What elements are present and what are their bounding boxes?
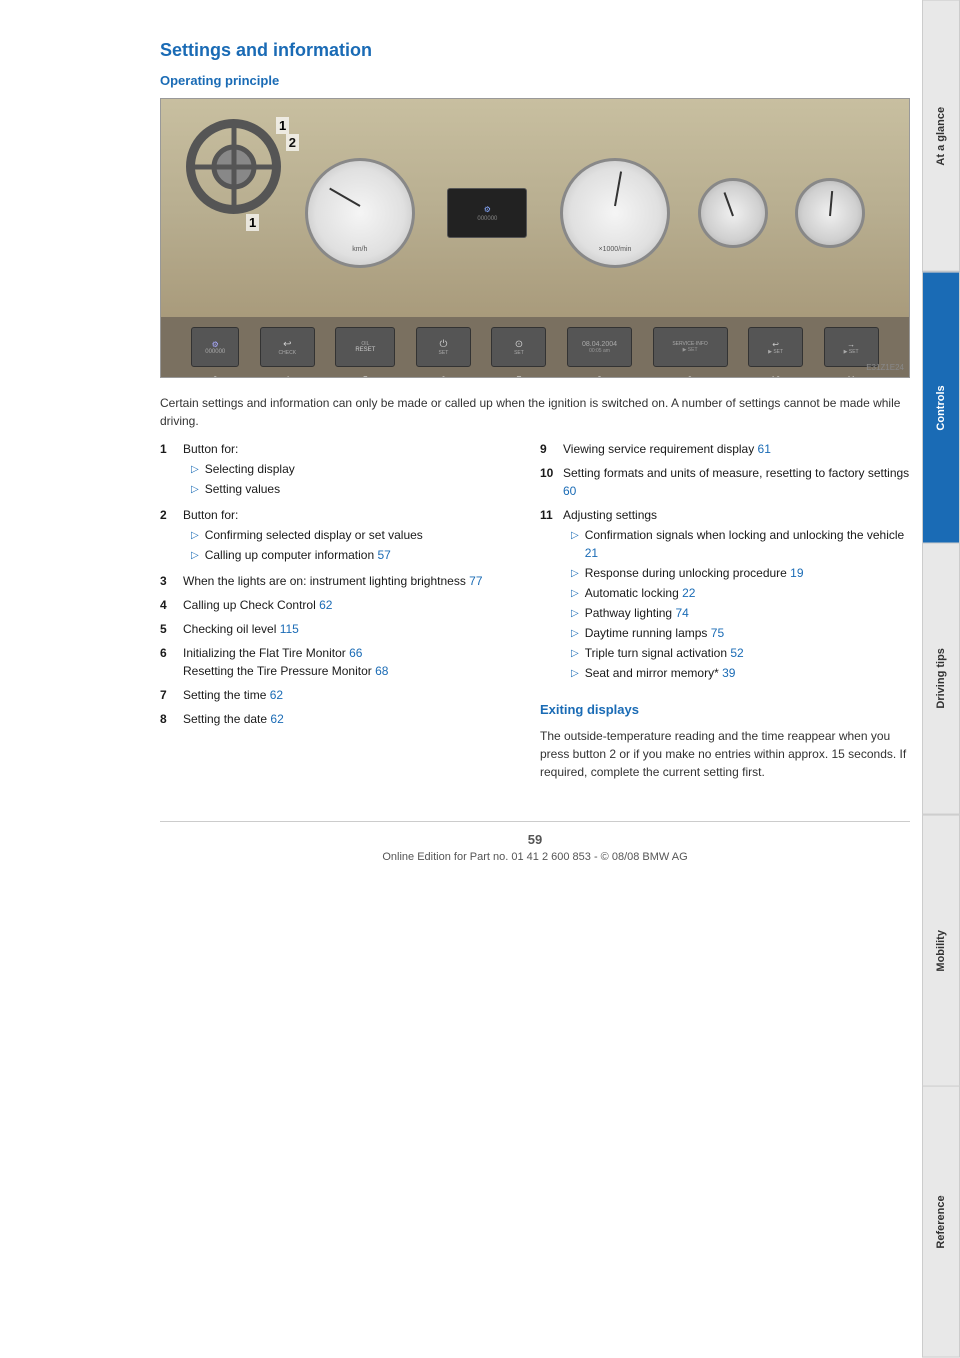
description-text: Certain settings and information can onl…	[160, 394, 910, 430]
item-1-sub-2: ▷ Setting values	[191, 480, 510, 498]
item-8-content: Setting the date 62	[183, 710, 510, 728]
exiting-text: The outside-temperature reading and the …	[540, 727, 910, 781]
item-2-content: Button for: ▷ Confirming selected displa…	[183, 506, 510, 566]
dash-label-1b: 1	[246, 214, 259, 231]
item-10-content: Setting formats and units of measure, re…	[563, 464, 910, 500]
item-11-sub-2: ▷ Response during unlocking procedure 19	[571, 564, 910, 582]
btn-8-label: 8	[597, 375, 602, 378]
item-5: 5 Checking oil level 115	[160, 620, 510, 638]
item-11: 11 Adjusting settings ▷ Confirmation sig…	[540, 506, 910, 684]
btn-6-label: 6	[441, 375, 446, 378]
page-title: Settings and information	[160, 40, 910, 61]
dashboard-image: 2 km/h ⚙ 000000	[160, 98, 910, 378]
item-2-sub-2: ▷ Calling up computer information 57	[191, 546, 510, 564]
btn-11-label: 11	[846, 375, 855, 378]
exiting-section: Exiting displays The outside-temperature…	[540, 702, 910, 781]
btn-5-label: 5	[363, 375, 368, 378]
operating-principle-title: Operating principle	[160, 73, 910, 88]
two-column-layout: 1 Button for: ▷ Selecting display ▷ Sett…	[160, 440, 910, 791]
item-9: 9 Viewing service requirement display 61	[540, 440, 910, 458]
arrow-icon: ▷	[571, 646, 579, 662]
dash-label-1: 1	[276, 117, 289, 134]
btn-9-label: 9	[688, 375, 693, 378]
btn-4-label: 4	[285, 375, 290, 378]
arrow-icon: ▷	[191, 528, 199, 544]
left-column: 1 Button for: ▷ Selecting display ▷ Sett…	[160, 440, 510, 791]
item-11-sub-4: ▷ Pathway lighting 74	[571, 604, 910, 622]
item-11-num: 11	[540, 506, 555, 684]
item-2-sub-1: ▷ Confirming selected display or set val…	[191, 526, 510, 544]
main-content: Settings and information Operating princ…	[0, 0, 960, 1358]
item-6-num: 6	[160, 644, 175, 680]
item-10: 10 Setting formats and units of measure,…	[540, 464, 910, 500]
item-9-content: Viewing service requirement display 61	[563, 440, 910, 458]
item-5-content: Checking oil level 115	[183, 620, 510, 638]
item-4-num: 4	[160, 596, 175, 614]
arrow-icon: ▷	[571, 566, 579, 582]
arrow-icon: ▷	[571, 528, 579, 562]
arrow-icon: ▷	[571, 626, 579, 642]
item-4: 4 Calling up Check Control 62	[160, 596, 510, 614]
item-5-num: 5	[160, 620, 175, 638]
item-11-sub-1: ▷ Confirmation signals when locking and …	[571, 526, 910, 562]
exiting-title: Exiting displays	[540, 702, 910, 717]
item-2: 2 Button for: ▷ Confirming selected disp…	[160, 506, 510, 566]
item-11-sub-5: ▷ Daytime running lamps 75	[571, 624, 910, 642]
item-10-num: 10	[540, 464, 555, 500]
arrow-icon: ▷	[191, 548, 199, 564]
btn-10-label: 10	[771, 375, 781, 378]
arrow-icon: ▷	[571, 666, 579, 682]
footer-text: Online Edition for Part no. 01 41 2 600 …	[382, 851, 687, 863]
item-11-sub-3: ▷ Automatic locking 22	[571, 584, 910, 602]
item-6: 6 Initializing the Flat Tire Monitor 66 …	[160, 644, 510, 680]
item-7-content: Setting the time 62	[183, 686, 510, 704]
item-11-content: Adjusting settings ▷ Confirmation signal…	[563, 506, 910, 684]
item-3: 3 When the lights are on: instrument lig…	[160, 572, 510, 590]
item-8: 8 Setting the date 62	[160, 710, 510, 728]
item-1-content: Button for: ▷ Selecting display ▷ Settin…	[183, 440, 510, 500]
watermark: E31Z1E24	[866, 363, 904, 372]
item-7-num: 7	[160, 686, 175, 704]
item-3-content: When the lights are on: instrument light…	[183, 572, 510, 590]
item-7: 7 Setting the time 62	[160, 686, 510, 704]
item-4-content: Calling up Check Control 62	[183, 596, 510, 614]
item-3-num: 3	[160, 572, 175, 590]
page-number: 59	[160, 832, 910, 847]
item-1: 1 Button for: ▷ Selecting display ▷ Sett…	[160, 440, 510, 500]
page-footer: 59 Online Edition for Part no. 01 41 2 6…	[160, 821, 910, 863]
item-8-num: 8	[160, 710, 175, 728]
arrow-icon: ▷	[191, 462, 199, 478]
btn-3-label: 3	[213, 375, 218, 378]
item-6-content: Initializing the Flat Tire Monitor 66 Re…	[183, 644, 510, 680]
item-11-sub-7: ▷ Seat and mirror memory* 39	[571, 664, 910, 682]
arrow-icon: ▷	[571, 606, 579, 622]
item-1-sub-1: ▷ Selecting display	[191, 460, 510, 478]
arrow-icon: ▷	[571, 586, 579, 602]
item-11-sub-6: ▷ Triple turn signal activation 52	[571, 644, 910, 662]
arrow-icon: ▷	[191, 482, 199, 498]
item-9-num: 9	[540, 440, 555, 458]
right-column: 9 Viewing service requirement display 61…	[540, 440, 910, 791]
item-2-num: 2	[160, 506, 175, 566]
btn-7-label: 7	[516, 375, 521, 378]
item-1-num: 1	[160, 440, 175, 500]
